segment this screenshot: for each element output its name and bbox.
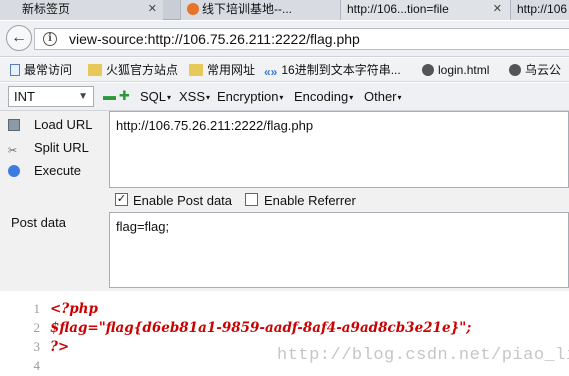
menu-encoding[interactable]: Encoding▾ [294,89,353,104]
code-arrows-icon: «» [264,65,278,79]
close-icon[interactable]: ✕ [493,2,502,16]
load-url-button[interactable]: Load URL [8,117,93,132]
menu-label: XSS [179,89,206,104]
enable-post-checkbox[interactable]: ✓ [115,193,128,206]
navigation-bar: ← i view-source:http://106.75.26.211:222… [0,21,569,57]
firefox-icon [187,3,199,15]
close-icon[interactable]: ✕ [148,2,157,16]
tab-strip: 新标签页 ✕ 线下培训基地--... http://106...tion=fil… [0,0,569,20]
enable-post-label: Enable Post data [133,193,233,208]
bookmark-page-icon [10,64,20,76]
caret-icon: ▾ [349,93,354,102]
back-arrow-icon: ← [11,29,27,46]
bookmark-hex-to-text[interactable]: «» 16进制到文本字符串... [264,62,401,79]
execute-label: Execute [34,163,81,178]
caret-icon: ▾ [206,93,211,102]
globe-icon [509,64,521,76]
menu-label: Other [364,89,397,104]
tab-new[interactable]: 新标签页 ✕ [0,0,163,20]
line-number: 4 [33,358,41,373]
bookmark-wooyun[interactable]: 乌云公 [509,62,561,78]
tab-label: http://106...tion=file [347,2,449,16]
load-icon [8,119,20,131]
plus-icon[interactable]: ✚ [119,88,130,104]
bookmarks-bar: 最常访问 火狐官方站点 常用网址 «» 16进制到文本字符串... login.h… [0,58,569,82]
tab-active-url[interactable]: http://106...tion=file ✕ [340,0,510,20]
line-number: 1 [33,301,41,316]
menu-xss[interactable]: XSS▾ [179,89,210,104]
bookmark-firefox-site[interactable]: 火狐官方站点 [88,62,178,78]
bookmark-common-sites[interactable]: 常用网址 [189,62,255,78]
menu-label: Encoding [294,89,349,104]
url-textarea[interactable]: http://106.75.26.211:2222/flag.php [109,111,569,188]
address-text: view-source:http://106.75.26.211:2222/fl… [69,31,360,47]
line-number: 2 [33,320,41,335]
type-select-value: INT [14,89,35,104]
back-button[interactable]: ← [6,25,32,51]
folder-icon [189,64,203,76]
type-select[interactable]: INT ▼ [8,86,94,107]
tab-url-2[interactable]: http://106 [510,0,569,20]
bookmark-login[interactable]: login.html [422,62,489,78]
bookmark-label: login.html [438,63,490,77]
caret-icon: ▾ [167,93,172,102]
tab-training[interactable]: 线下培训基地--... [180,0,340,20]
bookmark-label: 16进制到文本字符串... [281,63,401,77]
split-url-button[interactable]: ✂ Split URL [8,140,89,157]
enable-referrer-label: Enable Referrer [264,193,356,208]
checkmark-icon: ✓ [116,193,127,205]
tab-label: http://106 [517,2,568,16]
line-number: 3 [33,339,41,354]
address-bar[interactable]: i view-source:http://106.75.26.211:2222/… [34,28,569,50]
chevron-down-icon: ▼ [78,91,88,102]
load-url-label: Load URL [34,117,93,132]
bookmark-label: 常用网址 [207,63,256,77]
menu-label: Encryption [217,89,279,104]
bookmark-label: 最常访问 [24,63,73,77]
source-code: <?php [50,301,98,317]
tab-label: 新标签页 [22,2,71,16]
info-icon[interactable]: i [43,32,57,46]
globe-icon [422,64,434,76]
scissors-icon: ✂ [8,145,18,157]
post-data-value: flag=flag; [116,219,170,234]
bookmark-most-visited[interactable]: 最常访问 [10,62,72,78]
watermark: http://blog.csdn.net/piao_li [277,346,569,365]
hackbar-toolbar: INT ▼ ▬ ✚ SQL▾ XSS▾ Encryption▾ Encoding… [0,83,569,111]
minus-icon[interactable]: ▬ [103,88,116,103]
post-data-textarea[interactable]: flag=flag; [109,212,569,288]
execute-button[interactable]: Execute [8,163,81,178]
caret-icon: ▾ [397,93,402,102]
url-textarea-value: http://106.75.26.211:2222/flag.php [116,118,314,133]
menu-label: SQL [140,89,167,104]
bookmark-label: 乌云公 [525,63,562,77]
menu-encryption[interactable]: Encryption▾ [217,89,283,104]
menu-other[interactable]: Other▾ [364,89,402,104]
post-data-label: Post data [11,215,66,230]
folder-icon [88,64,102,76]
play-icon [8,165,20,177]
menu-sql[interactable]: SQL▾ [140,89,171,104]
tab-label: 线下培训基地--... [202,2,292,16]
enable-referrer-checkbox[interactable] [245,193,258,206]
source-code: $flag="flag{d6eb81a1-9859-aadf-8af4-a9ad… [50,320,472,336]
source-code: ?> [50,339,70,355]
split-url-label: Split URL [34,140,89,155]
bookmark-label: 火狐官方站点 [106,63,179,77]
caret-icon: ▾ [279,93,284,102]
